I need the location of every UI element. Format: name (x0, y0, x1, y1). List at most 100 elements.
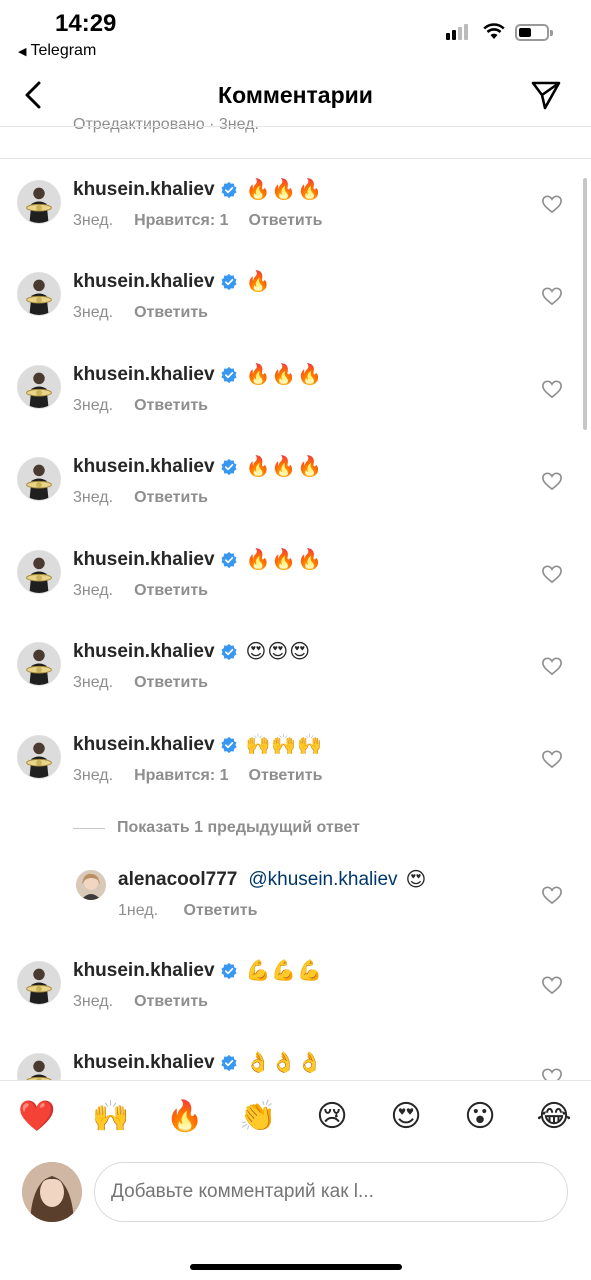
comment-date: 3нед. (73, 674, 114, 691)
heart-icon[interactable] (541, 379, 563, 399)
heart-icon[interactable] (541, 656, 563, 676)
wifi-icon (483, 23, 505, 39)
comment-date: 3нед. (73, 993, 114, 1010)
comment-line: khusein.khaliev 🔥🔥🔥 (73, 177, 323, 202)
status-bar: 14:29 ◀ Telegram (0, 0, 591, 64)
reply-avatar[interactable] (76, 870, 106, 900)
quick-emoji-button[interactable]: 😂 (534, 1099, 574, 1134)
comment-username[interactable]: khusein.khaliev (73, 179, 215, 201)
reply-mention[interactable]: @khusein.khaliev (248, 869, 397, 891)
previous-replies-label: Показать 1 предыдущий ответ (117, 819, 360, 836)
comment-item: khusein.khaliev 🔥🔥🔥 3нед. Ответить (0, 361, 591, 441)
verified-badge-icon (220, 181, 238, 199)
comment-reply-button[interactable]: Ответить (134, 397, 208, 414)
reply-reply-button[interactable]: Ответить (184, 902, 258, 919)
comment-line: khusein.khaliev 😍😍😍 (73, 639, 311, 664)
comment-date: 3нед. (73, 397, 114, 414)
comment-item: khusein.khaliev 🔥🔥🔥 3нед. Ответить (0, 453, 591, 533)
quick-emoji-button[interactable]: 👏 (238, 1099, 278, 1134)
back-app-label: Telegram (30, 42, 97, 59)
comment-likes[interactable]: Нравится: 1 (134, 767, 228, 784)
verified-badge-icon (220, 551, 238, 569)
quick-emoji-bar: ❤️ 🙌 🔥 👏 😢 😍 😮 😂 (0, 1099, 591, 1139)
heart-icon[interactable] (541, 749, 563, 769)
comment-username[interactable]: khusein.khaliev (73, 456, 215, 478)
heart-icon[interactable] (541, 885, 563, 905)
caption-divider (0, 158, 591, 159)
comment-input[interactable] (94, 1162, 568, 1222)
comment-reply-button[interactable]: Ответить (134, 674, 208, 691)
send-paper-plane-icon[interactable] (530, 80, 562, 110)
cellular-signal-icon (446, 24, 468, 40)
comment-date: 3нед. (73, 304, 114, 321)
back-to-app-link[interactable]: ◀ Telegram (18, 42, 96, 60)
reply-line: alenacool777 @khusein.khaliev 😍 (118, 867, 427, 892)
comment-line: khusein.khaliev 🔥🔥🔥 (73, 362, 323, 387)
comment-meta: 3нед. Нравится: 1 Ответить (73, 767, 342, 785)
comment-date: 3нед. (73, 489, 114, 506)
comment-username[interactable]: khusein.khaliev (73, 734, 215, 756)
comment-meta: 3нед. Ответить (73, 993, 228, 1011)
comment-text: 🔥 (245, 271, 272, 293)
quick-emoji-button[interactable]: ❤️ (17, 1099, 57, 1134)
comment-text: 👌👌👌 (245, 1052, 324, 1074)
comment-username[interactable]: khusein.khaliev (73, 960, 215, 982)
comment-line: khusein.khaliev 🔥🔥🔥 (73, 454, 323, 479)
comment-line: khusein.khaliev 🔥 (73, 269, 271, 294)
comment-reply-button[interactable]: Ответить (249, 767, 323, 784)
comment-meta: 3нед. Ответить (73, 304, 228, 322)
comment-username[interactable]: khusein.khaliev (73, 1052, 215, 1074)
reply-username[interactable]: alenacool777 (118, 869, 237, 891)
comment-text: 🔥🔥🔥 (245, 456, 324, 478)
comment-reply-button[interactable]: Ответить (134, 993, 208, 1010)
comment-reply-button[interactable]: Ответить (134, 582, 208, 599)
commenter-avatar[interactable] (17, 642, 61, 686)
commenter-avatar[interactable] (17, 272, 61, 316)
comment-item: khusein.khaliev 🙌🙌🙌 3нед. Нравится: 1 Ответи… (0, 731, 591, 811)
comment-username[interactable]: khusein.khaliev (73, 364, 215, 386)
quick-emoji-button[interactable]: 🙌 (91, 1099, 131, 1134)
commenter-avatar[interactable] (17, 961, 61, 1005)
page-title: Комментарии (218, 82, 373, 108)
comment-username[interactable]: khusein.khaliev (73, 549, 215, 571)
commenter-avatar[interactable] (17, 735, 61, 779)
verified-badge-icon (220, 366, 238, 384)
quick-emoji-button[interactable]: 😍 (386, 1099, 426, 1134)
heart-icon[interactable] (541, 975, 563, 995)
comment-meta: 3нед. Ответить (73, 674, 228, 692)
comment-reply-button[interactable]: Ответить (134, 489, 208, 506)
replies-dash (73, 827, 105, 829)
heart-icon[interactable] (541, 471, 563, 491)
quick-emoji-button[interactable]: 😮 (460, 1099, 500, 1134)
comment-reply-button[interactable]: Ответить (249, 212, 323, 229)
commenter-avatar[interactable] (17, 457, 61, 501)
commenter-avatar[interactable] (17, 365, 61, 409)
comment-username[interactable]: khusein.khaliev (73, 641, 215, 663)
header-divider (0, 126, 591, 127)
comment-text: 🙌🙌🙌 (245, 734, 324, 756)
commenter-avatar[interactable] (17, 180, 61, 224)
quick-emoji-button[interactable]: 😢 (312, 1099, 352, 1134)
comment-text: 🔥🔥🔥 (245, 179, 324, 201)
comment-text: 🔥🔥🔥 (245, 549, 324, 571)
comment-reply-button[interactable]: Ответить (134, 304, 208, 321)
heart-icon[interactable] (541, 286, 563, 306)
comment-meta: 3нед. Ответить (73, 489, 228, 507)
own-avatar (22, 1162, 82, 1222)
comment-line: khusein.khaliev 💪💪💪 (73, 958, 323, 983)
commenter-avatar[interactable] (17, 550, 61, 594)
comment-likes[interactable]: Нравится: 1 (134, 212, 228, 229)
comment-text: 💪💪💪 (245, 960, 324, 982)
comment-item: khusein.khaliev 🔥 3нед. Ответить (0, 268, 591, 348)
heart-icon[interactable] (541, 564, 563, 584)
back-triangle-icon: ◀ (18, 45, 27, 58)
comment-meta: 3нед. Нравится: 1 Ответить (73, 212, 342, 230)
comment-line: khusein.khaliev 🔥🔥🔥 (73, 547, 323, 572)
quick-emoji-button[interactable]: 🔥 (165, 1099, 205, 1134)
comment-username[interactable]: khusein.khaliev (73, 271, 215, 293)
show-previous-replies-button[interactable]: Показать 1 предыдущий ответ (73, 819, 360, 837)
heart-icon[interactable] (541, 194, 563, 214)
comment-item: khusein.khaliev 😍😍😍 3нед. Ответить (0, 638, 591, 718)
comment-date: 3нед. (73, 212, 114, 229)
verified-badge-icon (220, 458, 238, 476)
